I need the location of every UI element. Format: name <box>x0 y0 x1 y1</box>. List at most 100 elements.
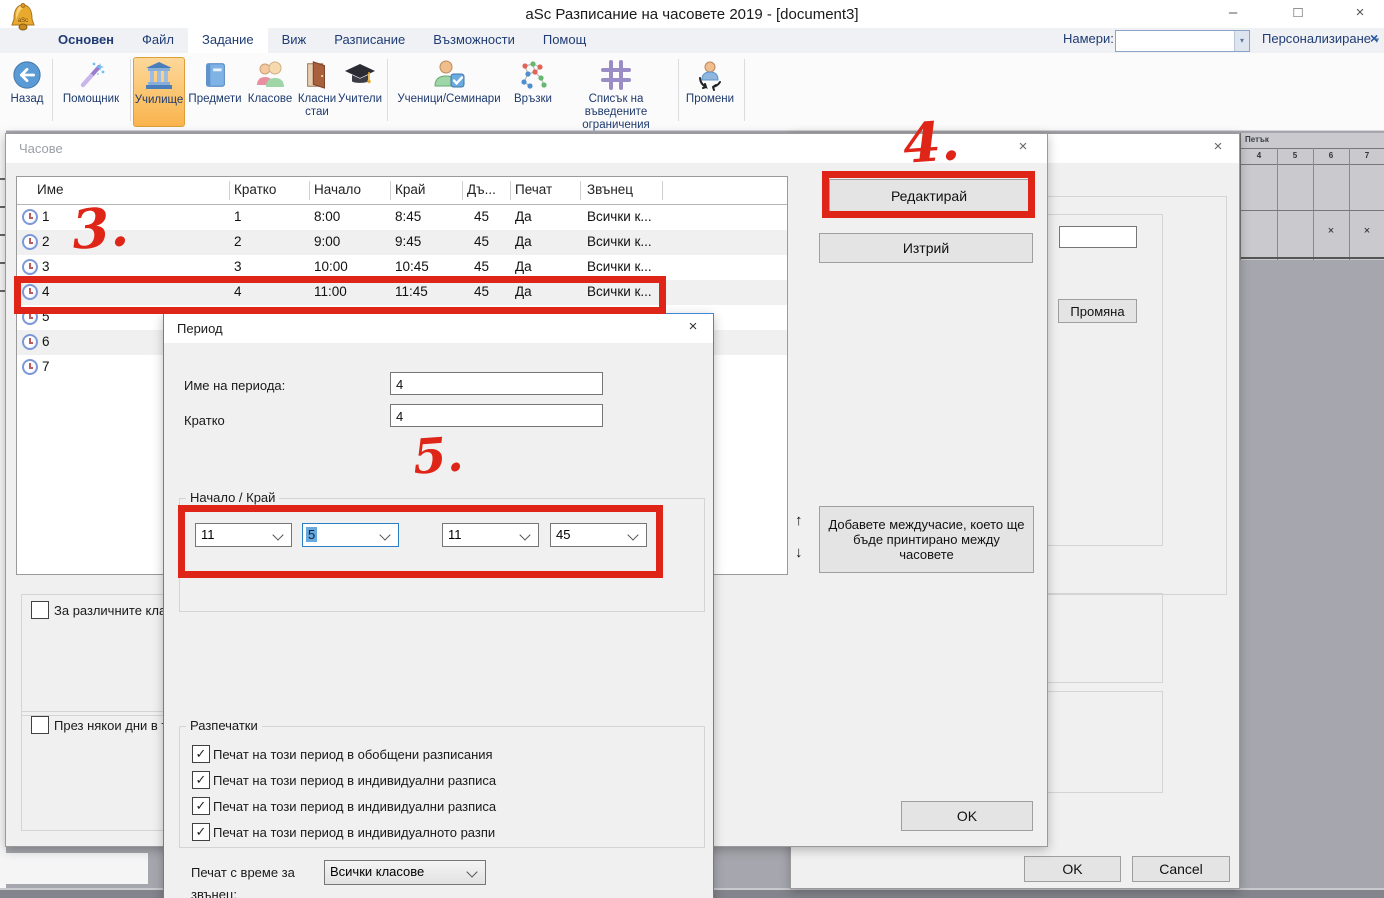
grid-x-mark: × <box>1313 225 1349 237</box>
period-dialog-close-icon[interactable]: × <box>676 318 710 340</box>
bell-time-label-line1: Печат с време за <box>191 865 295 880</box>
bells-ok-button[interactable]: OK <box>1024 856 1121 882</box>
move-up-icon[interactable]: ↑ <box>795 512 803 529</box>
tab-razpisanie[interactable]: Разписание <box>320 28 419 53</box>
some-days-checkbox[interactable] <box>31 716 49 734</box>
book-icon <box>186 57 244 93</box>
table-row[interactable]: 118:008:4545ДаВсички к... <box>17 205 787 230</box>
move-down-icon[interactable]: ↓ <box>795 544 803 561</box>
col-bell[interactable]: Звънец <box>587 182 633 197</box>
col-start[interactable]: Начало <box>314 182 361 197</box>
cell-short: 3 <box>234 259 242 274</box>
clock-icon <box>22 259 38 275</box>
changes-button[interactable]: Промени <box>684 57 736 106</box>
background-strip <box>0 853 148 884</box>
classes-button[interactable]: Класове <box>246 57 294 106</box>
find-label: Намери: <box>1063 31 1114 46</box>
graduation-cap-icon <box>336 57 384 93</box>
maximize-button[interactable]: □ <box>1283 4 1313 21</box>
col-name[interactable]: Име <box>37 182 64 197</box>
add-break-button[interactable]: Добавете междучасие, което ще бъде принт… <box>819 506 1034 573</box>
start-end-group-label: Начало / Край <box>186 490 279 505</box>
printout-checkbox[interactable]: ✓ <box>192 797 210 815</box>
chevron-down-icon <box>466 866 477 877</box>
col-short[interactable]: Кратко <box>234 182 276 197</box>
back-icon <box>4 57 50 93</box>
bell-time-combo[interactable]: Всички класове <box>324 860 486 885</box>
period-name-input[interactable] <box>390 372 603 395</box>
cell-bell: Всички к... <box>587 209 652 224</box>
window-title: aSc Разписание на часовете 2019 - [docum… <box>0 6 1384 23</box>
cell-short: 1 <box>234 209 242 224</box>
students-seminars-button[interactable]: Ученици/Семинари <box>390 57 508 106</box>
bells-cancel-button[interactable]: Cancel <box>1132 856 1230 882</box>
tab-vazmozhnosti[interactable]: Възможности <box>419 28 529 53</box>
printout-checkbox[interactable]: ✓ <box>192 771 210 789</box>
tab-pomosht[interactable]: Помощ <box>529 28 600 53</box>
cell-end: 8:45 <box>395 209 421 224</box>
annotation-step4: 4. <box>901 108 962 176</box>
constraints-list-button[interactable]: Списък на въведените ограничения <box>556 57 676 133</box>
printout-checkbox[interactable]: ✓ <box>192 745 210 763</box>
table-row[interactable]: 229:009:4545ДаВсички к... <box>17 230 787 255</box>
cell-end: 10:45 <box>395 259 429 274</box>
asc-bell-logo: aSc <box>8 2 38 34</box>
menu-tabs: Основен Файл Задание Виж Разписание Възм… <box>44 28 600 53</box>
cell-start: 9:00 <box>314 234 340 249</box>
grid-col-header: 5 <box>1277 151 1313 160</box>
annotation-box-time <box>178 505 663 578</box>
bells-dialog-field[interactable] <box>1059 226 1137 248</box>
printout-checkbox[interactable]: ✓ <box>192 823 210 841</box>
period-short-input[interactable] <box>390 404 603 427</box>
printout-checkbox-label: Печат на този период в обобщени разписан… <box>213 747 513 762</box>
delete-button[interactable]: Изтрий <box>819 233 1033 263</box>
personalize-menu[interactable]: Персонализиране ▾ <box>1262 31 1379 46</box>
back-button[interactable]: Назад <box>4 57 50 106</box>
find-dropdown-icon[interactable]: ▾ <box>1234 31 1249 51</box>
different-classes-label: За различните кла <box>54 603 166 618</box>
assistant-button[interactable]: Помощник <box>56 57 126 106</box>
cell-end: 9:45 <box>395 234 421 249</box>
change-button[interactable]: Промяна <box>1058 299 1137 323</box>
col-end[interactable]: Край <box>395 182 425 197</box>
teachers-button[interactable]: Учители <box>336 57 384 106</box>
clock-icon <box>22 334 38 350</box>
printouts-group-label: Разпечатки <box>186 718 262 733</box>
tab-zadanie[interactable]: Задание <box>188 28 268 53</box>
annotation-step5: 5. <box>411 426 465 485</box>
classrooms-button[interactable]: Класни стаи <box>296 57 338 119</box>
cell-name: 6 <box>42 334 50 349</box>
cell-length: 45 <box>457 259 489 274</box>
close-window-button[interactable]: × <box>1345 4 1375 21</box>
tab-osnoven[interactable]: Основен <box>44 28 128 53</box>
printout-checkbox-label: Печат на този период в индивидуални разп… <box>213 799 513 814</box>
cell-start: 10:00 <box>314 259 348 274</box>
hours-ok-button[interactable]: OK <box>901 801 1033 831</box>
annotation-step3: 3. <box>70 194 131 262</box>
annotation-box-row4 <box>14 276 666 314</box>
background-timetable-grid: Петък 4567 ×× <box>1240 133 1384 260</box>
period-short-label: Кратко <box>184 413 225 428</box>
col-print[interactable]: Печат <box>515 182 552 197</box>
grid-col-header: 7 <box>1349 151 1384 160</box>
bells-dialog-close-icon[interactable]: × <box>1201 138 1235 160</box>
tab-fail[interactable]: Файл <box>128 28 188 53</box>
grid-day-header: Петък <box>1245 135 1269 144</box>
tab-vizh[interactable]: Виж <box>268 28 321 53</box>
school-button[interactable]: Училище <box>133 57 185 127</box>
hours-dialog-title: Часове <box>19 141 63 156</box>
minimize-button[interactable]: – <box>1218 4 1248 21</box>
grid-x-mark: × <box>1349 225 1384 237</box>
different-classes-checkbox[interactable] <box>31 601 49 619</box>
hours-dialog-close-icon[interactable]: × <box>1006 138 1040 160</box>
cell-length: 45 <box>457 234 489 249</box>
cell-short: 2 <box>234 234 242 249</box>
app-window: aSc Разписание на часовете 2019 - [docum… <box>0 0 1384 898</box>
col-length[interactable]: Дъ... <box>467 182 496 197</box>
period-dialog-title: Период <box>177 321 223 336</box>
toolbar-close-icon[interactable]: × <box>1370 30 1378 46</box>
find-input[interactable]: ▾ <box>1115 30 1250 52</box>
grid-hash-icon <box>556 57 676 93</box>
links-button[interactable]: Връзки <box>510 57 556 106</box>
subjects-button[interactable]: Предмети <box>186 57 244 106</box>
